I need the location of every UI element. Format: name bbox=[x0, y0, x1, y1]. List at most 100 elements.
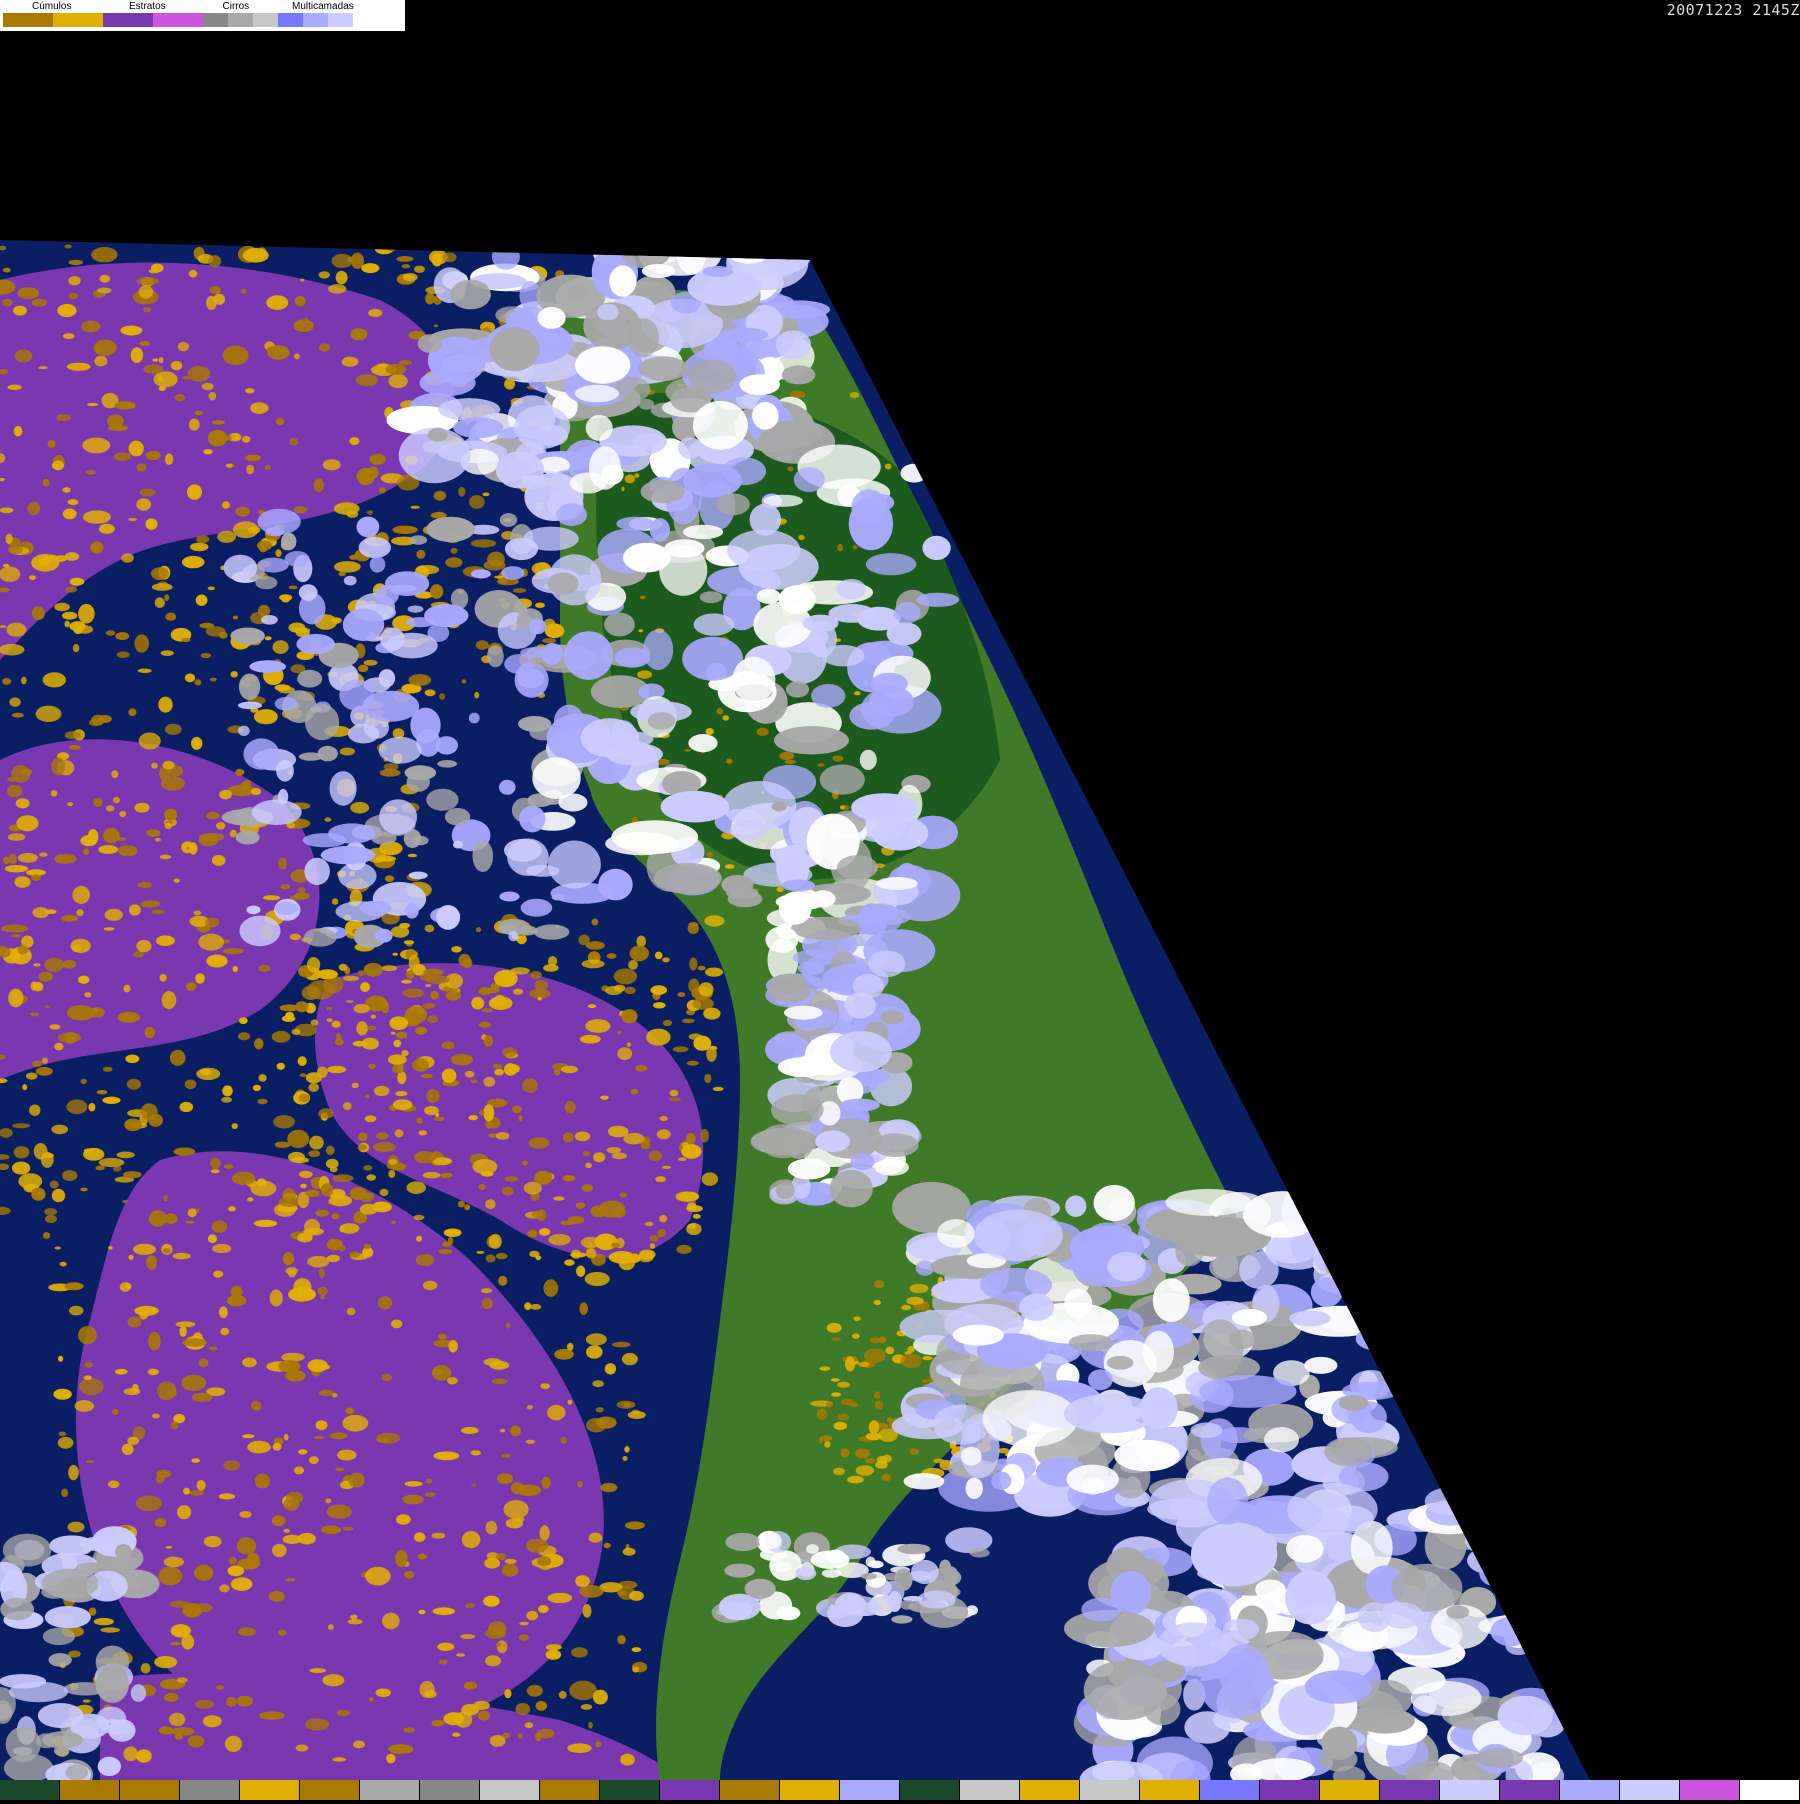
cumulus-cell bbox=[181, 637, 191, 643]
cumulus-cell bbox=[553, 1196, 565, 1201]
cumulus-cell bbox=[364, 1094, 370, 1099]
cumulus-cell bbox=[113, 796, 120, 804]
cumulus-cell bbox=[342, 1414, 369, 1432]
cumulus-cell bbox=[56, 414, 71, 421]
cumulus-cell bbox=[152, 358, 159, 362]
cumulus-cell bbox=[69, 1305, 84, 1316]
cumulus-cell bbox=[393, 1039, 402, 1048]
cumulus-cell bbox=[169, 1600, 190, 1608]
cumulus-cell bbox=[223, 1460, 241, 1471]
multilayer-cloud-cell bbox=[960, 1446, 982, 1466]
cumulus-cell bbox=[191, 1392, 213, 1402]
cumulus-cell bbox=[425, 292, 435, 305]
legend-swatch bbox=[278, 13, 303, 27]
cumulus-cell bbox=[72, 885, 90, 905]
multilayer-cloud-cell bbox=[1497, 1695, 1554, 1736]
cumulus-cell bbox=[232, 966, 238, 972]
cumulus-cell bbox=[213, 293, 226, 305]
cumulus-cell bbox=[505, 1322, 511, 1329]
cumulus-cell bbox=[315, 1420, 328, 1431]
cumulus-cell bbox=[164, 453, 174, 465]
multilayer-cloud-cell bbox=[1287, 1483, 1378, 1536]
cumulus-cell bbox=[228, 1556, 237, 1565]
multilayer-cloud-cell bbox=[774, 726, 849, 755]
cumulus-cell bbox=[450, 547, 458, 554]
cumulus-cell bbox=[396, 1514, 411, 1525]
cumulus-cell bbox=[100, 1627, 120, 1633]
cirrus-cloud-cell bbox=[499, 779, 516, 795]
cumulus-cell bbox=[447, 1377, 458, 1385]
strip-cell bbox=[540, 1780, 600, 1800]
cumulus-cell bbox=[607, 1125, 629, 1138]
multilayer-cloud-cell bbox=[604, 612, 635, 637]
cumulus-cell bbox=[153, 371, 178, 388]
strip-cell bbox=[0, 1780, 60, 1800]
cirrus-cloud-cell bbox=[97, 1756, 122, 1777]
multilayer-cloud-cell bbox=[1528, 1524, 1572, 1570]
multilayer-cloud-cell bbox=[438, 398, 501, 421]
cumulus-cell bbox=[404, 1570, 415, 1579]
multilayer-cloud-cell bbox=[678, 437, 702, 459]
cirrus-cloud-cell bbox=[108, 1719, 136, 1742]
cumulus-cell bbox=[42, 478, 50, 487]
cumulus-cell bbox=[148, 1210, 167, 1227]
cumulus-cell bbox=[3, 856, 10, 865]
cumulus-cell bbox=[457, 1200, 465, 1208]
multilayer-cloud-cell bbox=[519, 805, 546, 833]
cumulus-cell bbox=[266, 295, 289, 310]
cumulus-cell bbox=[98, 845, 119, 854]
cumulus-cell bbox=[461, 1704, 479, 1716]
legend-group-label: Estratos bbox=[129, 1, 166, 12]
cirrus-cloud-cell bbox=[407, 605, 424, 613]
cumulus-cell bbox=[644, 1221, 654, 1227]
cumulus-cell bbox=[80, 1078, 87, 1084]
cumulus-cell bbox=[470, 1450, 482, 1456]
cumulus-cell bbox=[240, 288, 247, 294]
multilayer-cloud-cell bbox=[851, 489, 888, 526]
cumulus-cell bbox=[176, 1677, 188, 1683]
cirrus-cloud-cell bbox=[87, 1563, 101, 1573]
cumulus-cell bbox=[554, 1068, 561, 1076]
multilayer-cloud-cell bbox=[1302, 1188, 1377, 1229]
cumulus-cell bbox=[383, 763, 399, 771]
cumulus-cell bbox=[395, 1549, 408, 1568]
cumulus-cell bbox=[288, 1287, 316, 1302]
cumulus-cell bbox=[231, 1123, 238, 1130]
cumulus-cell bbox=[258, 1074, 267, 1082]
cumulus-cell bbox=[345, 240, 355, 249]
cumulus-cell bbox=[432, 1607, 455, 1616]
cumulus-cell bbox=[151, 909, 165, 915]
cumulus-cell bbox=[414, 265, 425, 273]
multilayer-cloud-cell bbox=[1312, 1195, 1367, 1219]
cumulus-cell bbox=[89, 1007, 105, 1018]
cumulus-cell bbox=[627, 1042, 631, 1048]
cumulus-cell bbox=[560, 1220, 575, 1226]
cumulus-cell bbox=[369, 453, 386, 465]
cumulus-cell bbox=[325, 1498, 332, 1504]
cumulus-cell bbox=[656, 1129, 671, 1140]
cumulus-cell bbox=[99, 274, 111, 283]
cirrus-cloud-cell bbox=[42, 1627, 76, 1646]
cirrus-cloud-cell bbox=[238, 673, 261, 701]
cumulus-cell bbox=[854, 691, 861, 696]
multilayer-cloud-cell bbox=[609, 265, 637, 297]
cumulus-cell bbox=[628, 960, 638, 970]
cumulus-cell bbox=[80, 1187, 88, 1192]
cumulus-cell bbox=[381, 1612, 400, 1630]
cumulus-cell bbox=[57, 1032, 81, 1043]
cumulus-cell bbox=[136, 463, 147, 472]
cumulus-cell bbox=[595, 1407, 604, 1413]
cumulus-cell bbox=[280, 883, 291, 890]
cumulus-cell bbox=[38, 971, 54, 982]
multilayer-cloud-cell bbox=[732, 656, 776, 703]
cumulus-cell bbox=[425, 984, 432, 988]
cumulus-cell bbox=[476, 1250, 485, 1254]
cumulus-cell bbox=[181, 555, 205, 569]
cumulus-cell bbox=[831, 1392, 842, 1397]
cumulus-cell bbox=[11, 934, 21, 938]
cumulus-cell bbox=[13, 1146, 30, 1159]
cumulus-cell bbox=[170, 1727, 195, 1736]
cumulus-cell bbox=[44, 1005, 51, 1009]
cirrus-cloud-cell bbox=[406, 772, 430, 792]
cumulus-cell bbox=[6, 622, 27, 637]
